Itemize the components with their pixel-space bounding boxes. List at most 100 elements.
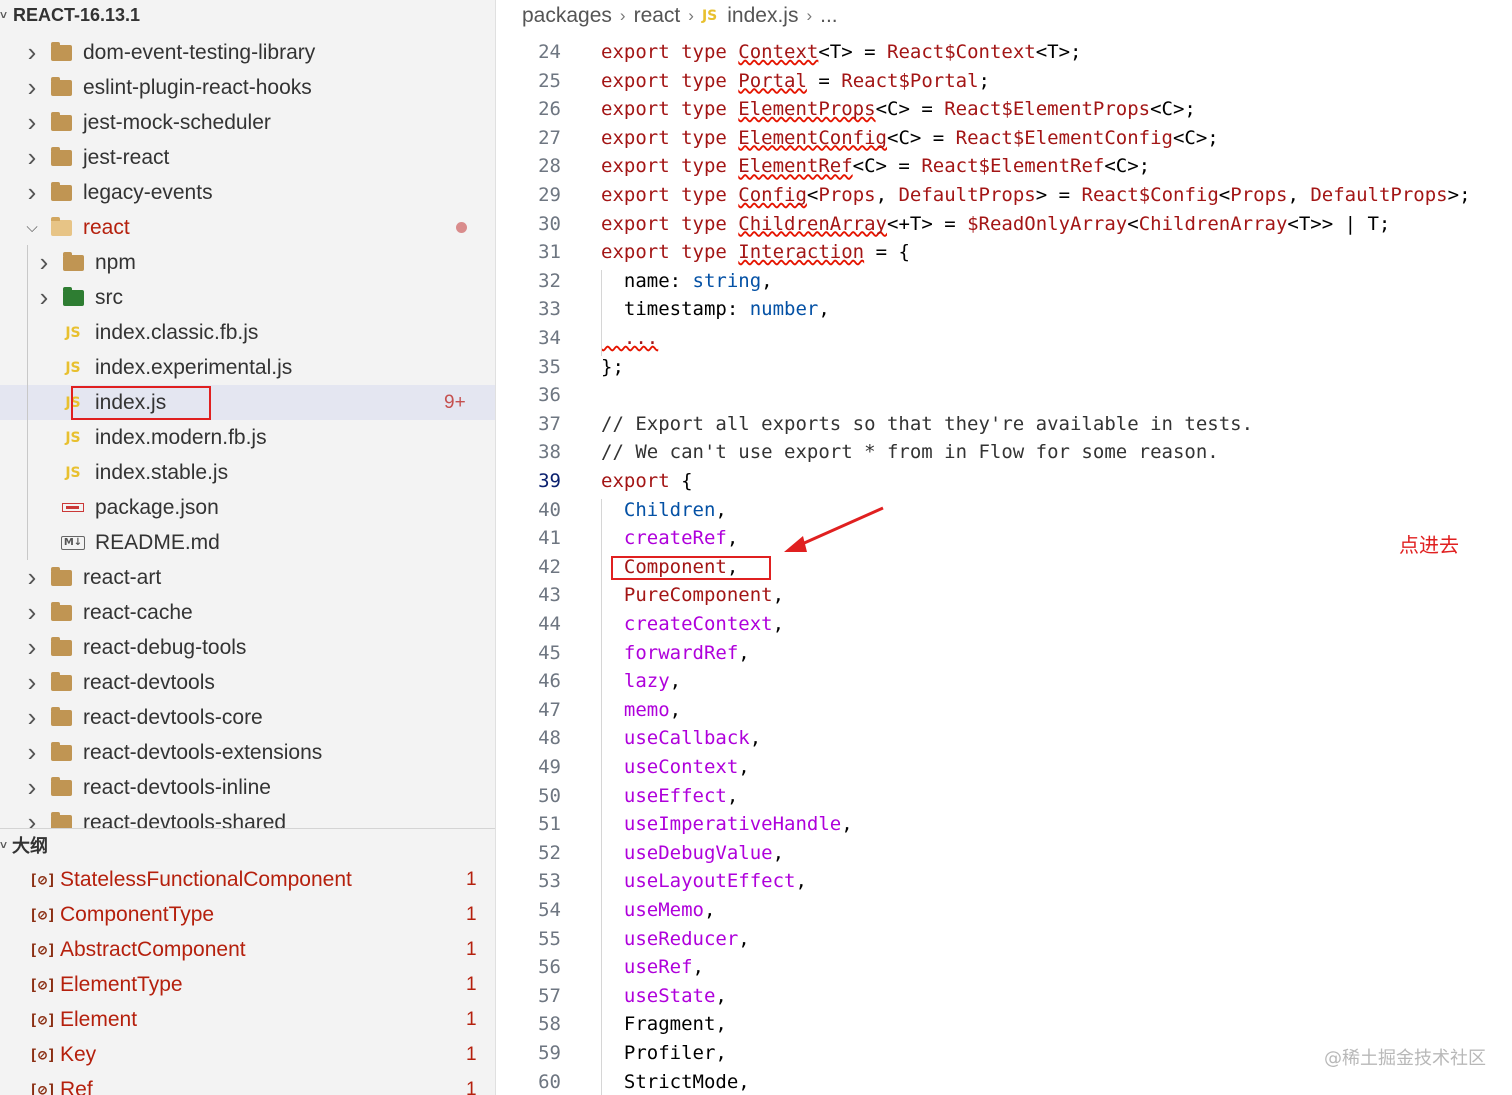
breadcrumb-item-react[interactable]: react [634,4,681,28]
code-line[interactable]: 28 export type ElementRef<C> = React$Elem… [497,155,1512,183]
chevron-right-icon[interactable]: › [24,667,40,698]
code-token: export type [601,98,739,121]
code-token: export [601,470,682,492]
chevron-down-icon[interactable]: ˅ [0,838,12,852]
code-line[interactable]: 35}; [497,356,1512,384]
chevron-right-icon[interactable]: › [24,737,40,768]
code-line[interactable]: 30 export type ChildrenArray<+T> = $ReadO… [497,213,1512,241]
code-line[interactable]: 32 name: string, [497,270,1512,298]
code-area[interactable]: 24 export type Context<T> = React$Context… [497,0,1512,1095]
tree-item[interactable]: JS index.experimental.js [0,350,495,385]
chevron-right-icon[interactable]: › [36,247,52,278]
tree-item[interactable]: › react-devtools [0,665,495,700]
tree-item[interactable]: › npm [0,245,495,280]
tree-item[interactable]: › jest-react [0,140,495,175]
tree-item[interactable]: M↓ README.md [0,525,495,560]
chevron-right-icon[interactable]: › [24,772,40,803]
chevron-right-icon[interactable]: › [36,282,52,313]
outline-item[interactable]: [⊘] StatelessFunctionalComponent 1 [0,862,495,897]
code-line[interactable]: 50 useEffect, [497,785,1512,813]
chevron-right-icon[interactable]: › [24,37,40,68]
code-editor[interactable]: 24 export type Context<T> = React$Context… [497,0,1512,1095]
code-line[interactable]: 49 useContext, [497,756,1512,784]
tree-item[interactable]: › react-art [0,560,495,595]
outline-item[interactable]: [⊘] Ref 1 [0,1072,495,1095]
chevron-right-icon[interactable]: › [24,597,40,628]
code-line[interactable]: 53 useLayoutEffect, [497,870,1512,898]
tree-item[interactable]: › react-devtools-core [0,700,495,735]
code-line[interactable]: 45 forwardRef, [497,642,1512,670]
chevron-down-icon[interactable]: ⌵ [24,219,40,236]
code-line[interactable]: 41 createRef, [497,527,1512,555]
tree-item[interactable]: › react-cache [0,595,495,630]
outline-item[interactable]: [⊘] Element 1 [0,1002,495,1037]
code-line[interactable]: 24 export type Context<T> = React$Context… [497,41,1512,69]
outline-item[interactable]: [⊘] ComponentType 1 [0,897,495,932]
code-line[interactable]: 54 useMemo, [497,899,1512,927]
code-line[interactable]: 34 ... [497,327,1512,355]
tree-item[interactable]: › legacy-events [0,175,495,210]
breadcrumb-item-file[interactable]: index.js [727,4,798,28]
outline-item[interactable]: [⊘] Key 1 [0,1037,495,1072]
tree-item[interactable]: › react-devtools-inline [0,770,495,805]
chevron-right-icon[interactable]: › [24,72,40,103]
code-line[interactable]: 39 export { [497,470,1512,498]
code-line[interactable]: 60 StrictMode, [497,1071,1512,1095]
code-line[interactable]: 55 useReducer, [497,928,1512,956]
code-line[interactable]: 42 Component, [497,556,1512,584]
sidebar: ˅ REACT-16.13.1 › dom-event-testing-libra… [0,0,496,1095]
code-line[interactable]: 46 lazy, [497,670,1512,698]
tree-item[interactable]: › react-debug-tools [0,630,495,665]
code-line[interactable]: 44 createContext, [497,613,1512,641]
code-line[interactable]: 51 useImperativeHandle, [497,813,1512,841]
breadcrumb-item-packages[interactable]: packages [522,4,612,28]
tree-item[interactable]: JS index.js 9+ [0,385,495,420]
chevron-right-icon[interactable]: › [24,177,40,208]
tree-item[interactable]: › src [0,280,495,315]
outline-header[interactable]: ˅ 大纲 [0,830,495,860]
code-line[interactable]: 37 // Export all exports so that they're … [497,413,1512,441]
code-line[interactable]: 52 useDebugValue, [497,842,1512,870]
outline-item[interactable]: [⊘] ElementType 1 [0,967,495,1002]
chevron-right-icon[interactable]: › [24,702,40,733]
tree-item[interactable]: › dom-event-testing-library [0,35,495,70]
code-token: , [703,899,716,921]
chevron-right-icon[interactable]: › [24,632,40,663]
code-line[interactable]: 48 useCallback, [497,727,1512,755]
code-line[interactable]: 26 export type ElementProps<C> = React$El… [497,98,1512,126]
chevron-right-icon[interactable]: › [24,807,40,828]
tree-item[interactable]: › react-devtools-extensions [0,735,495,770]
tree-item[interactable]: › eslint-plugin-react-hooks [0,70,495,105]
tree-item[interactable]: package.json [0,490,495,525]
line-number: 25 [538,69,561,92]
tree-item[interactable]: › jest-mock-scheduler [0,105,495,140]
code-line[interactable]: 36 [497,384,1512,412]
tree-item[interactable]: › react-devtools-shared [0,805,495,828]
code-line[interactable]: 58 Fragment, [497,1013,1512,1041]
folder-icon [50,671,72,692]
chevron-down-icon[interactable]: ˅ [0,8,12,22]
explorer-header[interactable]: ˅ REACT-16.13.1 [0,0,495,30]
code-line[interactable]: 31 export type Interaction = { [497,241,1512,269]
chevron-right-icon[interactable]: › [24,107,40,138]
tree-item[interactable]: JS index.modern.fb.js [0,420,495,455]
code-line[interactable]: 56 useRef, [497,956,1512,984]
tree-item[interactable]: ⌵ react [0,210,495,245]
code-line[interactable]: 33 timestamp: number, [497,298,1512,326]
folder-icon [50,636,72,657]
js-file-icon: JS [65,464,81,481]
code-line[interactable]: 38 // We can't use export * from in Flow … [497,441,1512,469]
chevron-right-icon[interactable]: › [24,142,40,173]
code-line[interactable]: 40 Children, [497,499,1512,527]
code-line[interactable]: 57 useState, [497,985,1512,1013]
chevron-right-icon[interactable]: › [24,562,40,593]
outline-item[interactable]: [⊘] AbstractComponent 1 [0,932,495,967]
breadcrumb-item-more[interactable]: ... [820,4,838,28]
code-line[interactable]: 25 export type Portal = React$Portal; [497,70,1512,98]
tree-item[interactable]: JS index.stable.js [0,455,495,490]
code-line[interactable]: 27 export type ElementConfig<C> = React$E… [497,127,1512,155]
tree-item[interactable]: JS index.classic.fb.js [0,315,495,350]
code-line[interactable]: 29 export type Config<Props, DefaultProps… [497,184,1512,212]
code-line[interactable]: 43 PureComponent, [497,584,1512,612]
code-line[interactable]: 47 memo, [497,699,1512,727]
